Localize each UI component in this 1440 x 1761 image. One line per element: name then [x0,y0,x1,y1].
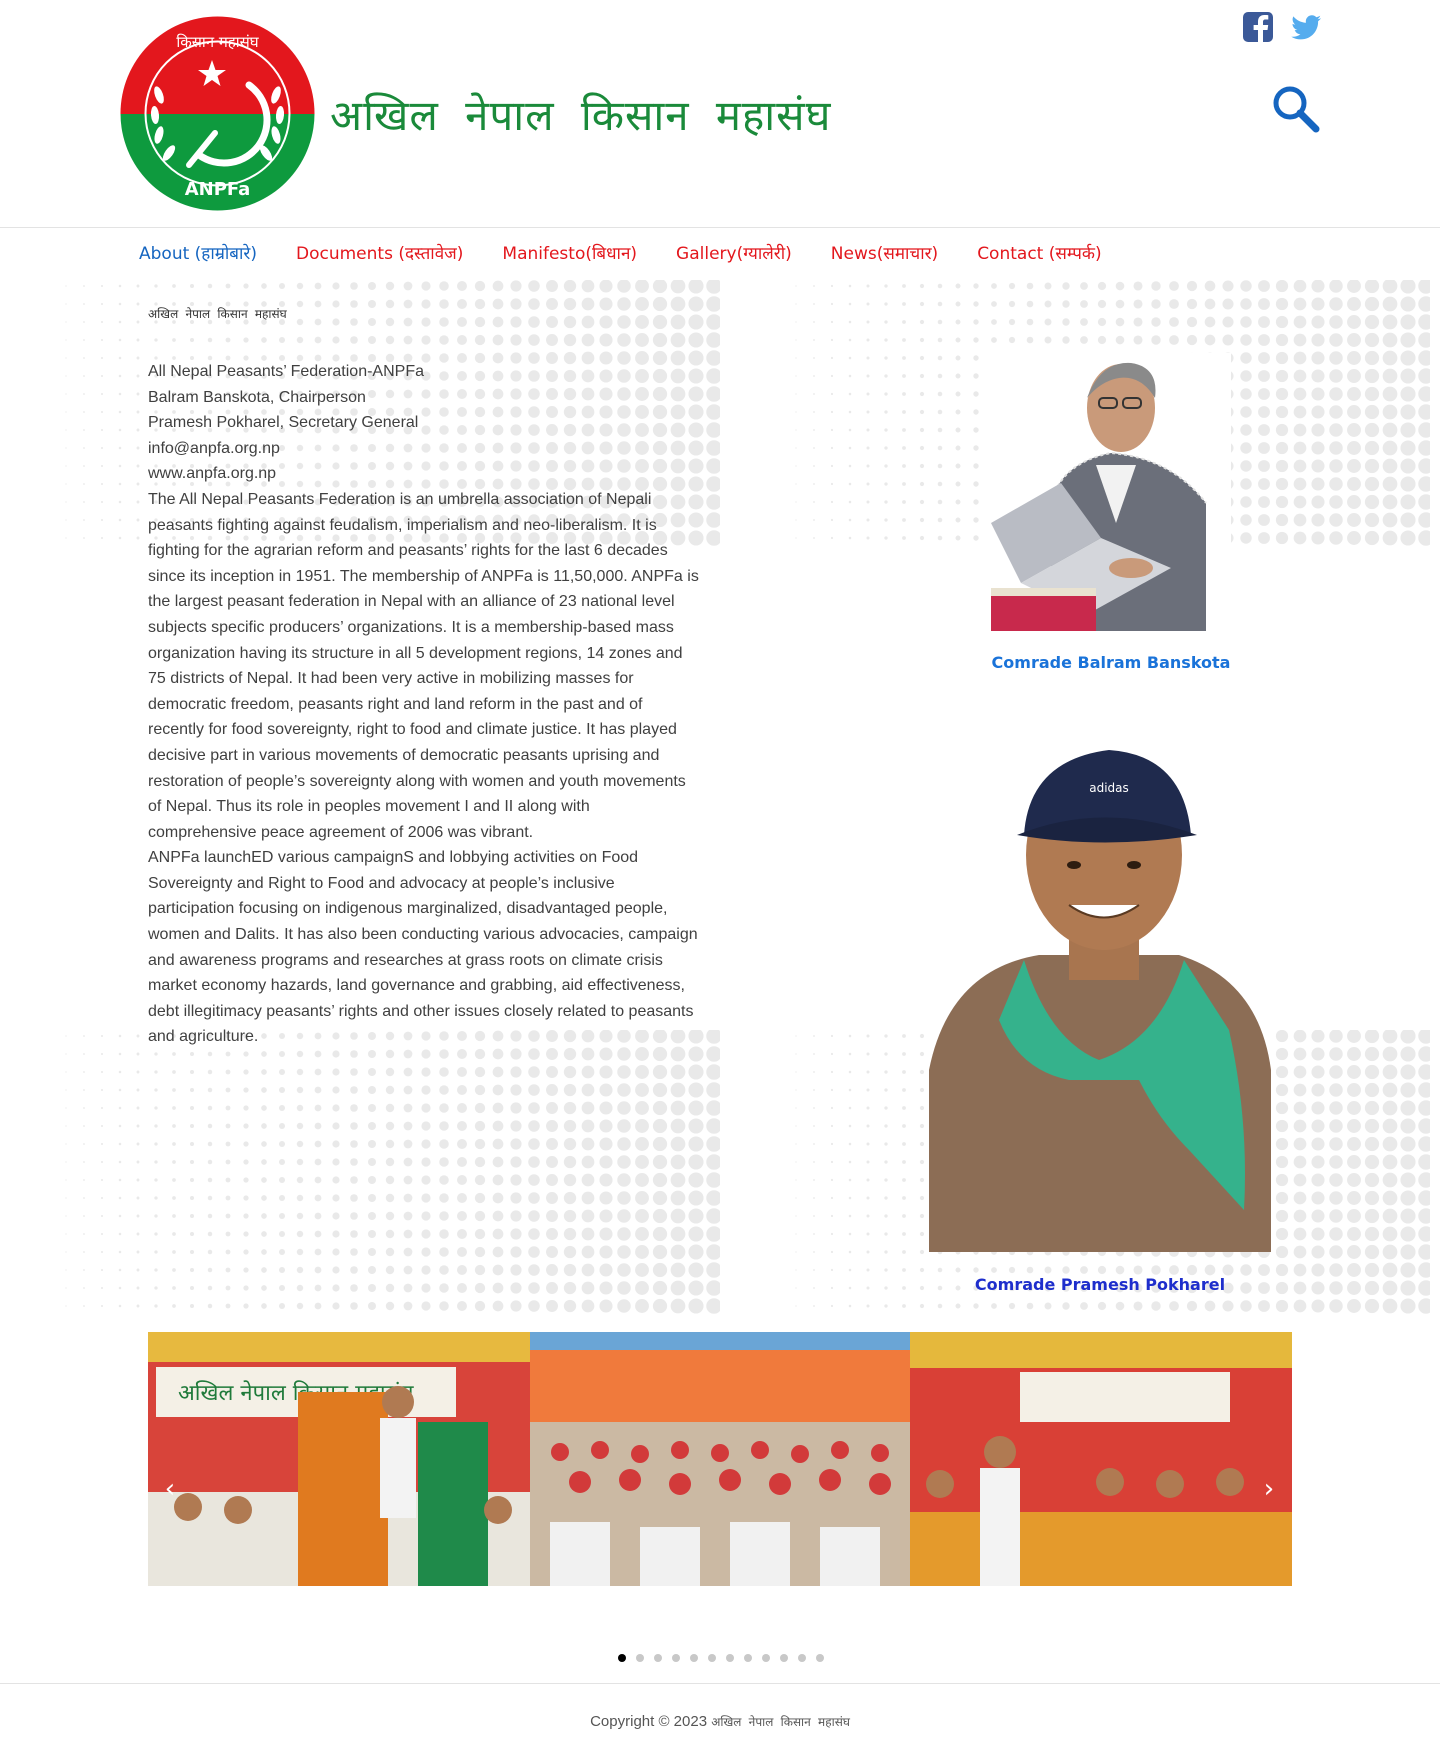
nav-gallery[interactable]: Gallery(ग्यालेरी) [676,240,831,268]
nav-contact[interactable]: Contact (सम्पर्क) [977,240,1140,268]
portrait-balram-banskota [991,353,1231,631]
nav-about[interactable]: About (हाम्रोबारे) [139,240,296,268]
secretary-line: Pramesh Pokharel, Secretary General [148,414,419,432]
dot-pattern-bottom-left [60,1030,720,1320]
slider-dot[interactable] [690,1654,698,1662]
nav-documents[interactable]: Documents (दस्तावेज) [296,240,502,268]
slider-dot[interactable] [816,1654,824,1662]
twitter-icon[interactable] [1289,10,1323,44]
website-line[interactable]: www.anpfa.org.np [148,461,700,487]
org-name-line: All Nepal Peasants’ Federation-ANPFa [148,363,424,380]
caption-balram-banskota: Comrade Balram Banskota [991,653,1231,672]
footer-copyright: Copyright © 2023 [590,1713,712,1730]
slider-dot[interactable] [708,1654,716,1662]
footer-brand: अखिल नेपाल किसान महासंघ [711,1715,850,1729]
portrait-pramesh-pokharel: adidas [929,740,1271,1252]
main-nav: About (हाम्रोबारे) Documents (दस्तावेज) … [139,240,1141,268]
slider-dot[interactable] [672,1654,680,1662]
slider-dot[interactable] [798,1654,806,1662]
footer: Copyright © 2023 अखिल नेपाल किसान महासंघ [0,1713,1440,1730]
slider-prev-arrow[interactable]: ‹ [158,1475,182,1503]
site-title[interactable]: अखिल नेपाल किसान महासंघ [330,86,831,143]
slider-dot[interactable] [780,1654,788,1662]
svg-text:adidas: adidas [1089,781,1129,795]
slide-crowd [530,1332,910,1586]
slider-dot[interactable] [744,1654,752,1662]
header-divider [0,227,1440,228]
intro-section: अखिल नेपाल किसान महासंघ All Nepal Peasan… [148,305,700,1050]
intro-title: अखिल नेपाल किसान महासंघ [148,307,287,321]
svg-text:ANPFa: ANPFa [185,179,251,200]
slide-stage [910,1332,1292,1586]
chairperson-line: Balram Banskota, Chairperson [148,388,366,406]
slider-dot[interactable] [726,1654,734,1662]
slide-speaker: अखिल नेपाल किसान महासंघ [148,1332,530,1586]
search-icon[interactable] [1270,83,1322,135]
site-logo[interactable]: किसान महासंघ ANPFa [119,15,316,212]
facebook-icon[interactable] [1241,10,1275,44]
caption-pramesh-pokharel: Comrade Pramesh Pokharel [974,1275,1226,1294]
slider-next-arrow[interactable]: › [1257,1475,1281,1503]
slider-dot[interactable] [654,1654,662,1662]
social-links [1241,10,1323,44]
slider-dot[interactable] [618,1654,626,1662]
footer-divider [0,1683,1440,1684]
slider-dot[interactable] [636,1654,644,1662]
email-line[interactable]: info@anpfa.org.np [148,436,700,462]
svg-text:किसान महासंघ: किसान महासंघ [176,33,259,51]
nav-manifesto[interactable]: Manifesto(बिधान) [502,240,676,268]
slider-pagination [618,1654,824,1662]
slider-dot[interactable] [762,1654,770,1662]
about-paragraph-2: ANPFa launchED various campaignS and lob… [148,849,698,1046]
nav-news[interactable]: News(समाचार) [831,240,977,268]
photo-slider[interactable]: अखिल नेपाल किसान महासंघ [148,1332,1292,1586]
about-paragraph-1: The All Nepal Peasants Federation is an … [148,490,699,841]
